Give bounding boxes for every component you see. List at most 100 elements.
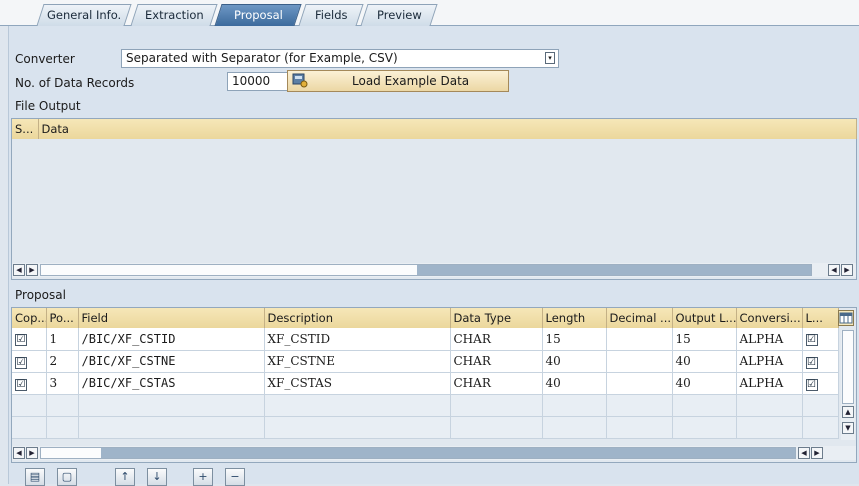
copy-checkbox[interactable]: ☑ [15, 378, 27, 391]
select-all-icon[interactable]: ▤ [25, 468, 45, 486]
move-down-icon[interactable]: ↓ [147, 468, 167, 486]
column-settings-icon[interactable] [838, 310, 854, 326]
length-cell[interactable]: 40 [542, 372, 607, 395]
file-output-grid: S... Data ◀ ▶ ◀ ▶ [11, 118, 857, 280]
empty-row[interactable] [12, 394, 839, 417]
column-header-lowercase[interactable]: L... [802, 308, 839, 328]
position-cell[interactable]: 2 [46, 350, 79, 373]
column-header-decimal[interactable]: Decimal ... [606, 308, 673, 328]
column-header-data[interactable]: Data [38, 119, 857, 139]
tab-label: Fields [314, 8, 348, 22]
dropdown-icon[interactable]: ▾ [545, 52, 555, 64]
delete-icon[interactable]: − [225, 468, 245, 486]
table-row[interactable]: ☑ 3 /BIC/XF_CSTAS XF_CSTAS CHAR 40 40 AL… [12, 372, 839, 395]
deselect-all-icon[interactable]: ▢ [57, 468, 77, 486]
data-type-cell[interactable]: CHAR [450, 372, 543, 395]
scroll-left-icon[interactable]: ◀ [798, 447, 810, 459]
proposal-grid: Cop... Po... Field Description Data Type… [11, 307, 857, 463]
file-output-title: File Output [15, 99, 81, 113]
scroll-right-icon[interactable]: ▶ [811, 447, 823, 459]
scroll-thumb[interactable] [101, 448, 795, 458]
move-up-icon[interactable]: ↑ [115, 468, 135, 486]
tab-label: Extraction [144, 8, 204, 22]
column-header-length[interactable]: Length [542, 308, 607, 328]
file-output-hscrollbar[interactable]: ◀ ▶ ◀ ▶ [12, 263, 856, 277]
output-length-cell[interactable]: 40 [672, 350, 737, 373]
length-cell[interactable]: 15 [542, 328, 607, 351]
table-row[interactable]: ☑ 1 /BIC/XF_CSTID XF_CSTID CHAR 15 15 AL… [12, 328, 839, 351]
tab-label: Preview [376, 8, 422, 22]
field-cell[interactable]: /BIC/XF_CSTNE [78, 350, 265, 373]
scroll-left-icon[interactable]: ◀ [13, 264, 25, 276]
tab-fields[interactable]: Fields [298, 4, 364, 26]
column-header-data-type[interactable]: Data Type [450, 308, 543, 328]
file-output-header-row: S... Data [12, 119, 857, 139]
proposal-title: Proposal [15, 288, 66, 302]
column-header-description[interactable]: Description [264, 308, 451, 328]
description-cell[interactable]: XF_CSTNE [264, 350, 451, 373]
load-button-label: Load Example Data [352, 74, 470, 88]
field-cell[interactable]: /BIC/XF_CSTID [78, 328, 265, 351]
tab-general-info[interactable]: General Info. [36, 4, 132, 26]
output-length-cell[interactable]: 15 [672, 328, 737, 351]
decimal-cell[interactable] [606, 372, 673, 395]
scroll-track[interactable] [842, 330, 854, 404]
scroll-up-icon[interactable]: ▲ [842, 406, 854, 418]
tab-extraction[interactable]: Extraction [130, 4, 218, 26]
decimal-cell[interactable] [606, 350, 673, 373]
records-value: 10000 [232, 74, 271, 88]
lowercase-checkbox[interactable]: ☑ [805, 378, 818, 391]
lowercase-checkbox[interactable]: ☑ [805, 334, 818, 347]
converter-dropdown[interactable]: Separated with Separator (for Example, C… [121, 49, 559, 68]
proposal-hscrollbar[interactable]: ◀ ▶ ◀ ▶ [12, 446, 856, 460]
column-header-status[interactable]: S... [12, 119, 39, 139]
conversion-cell[interactable]: ALPHA [736, 328, 803, 351]
converter-value: Separated with Separator (for Example, C… [126, 51, 398, 65]
data-type-cell[interactable]: CHAR [450, 350, 543, 373]
length-cell[interactable]: 40 [542, 350, 607, 373]
data-type-cell[interactable]: CHAR [450, 328, 543, 351]
scroll-right-icon[interactable]: ▶ [841, 264, 853, 276]
converter-label: Converter [15, 52, 75, 66]
proposal-vscrollbar[interactable]: ▲ ▼ [841, 330, 855, 440]
insert-icon[interactable]: + [193, 468, 213, 486]
copy-checkbox[interactable]: ☑ [15, 334, 27, 347]
position-cell[interactable]: 1 [46, 328, 79, 351]
scroll-right-icon[interactable]: ▶ [26, 264, 38, 276]
proposal-header-row: Cop... Po... Field Description Data Type… [12, 308, 839, 328]
tab-preview[interactable]: Preview [360, 4, 438, 26]
scroll-right-icon[interactable]: ▶ [26, 447, 38, 459]
column-header-conversion[interactable]: Conversi... [736, 308, 803, 328]
description-cell[interactable]: XF_CSTAS [264, 372, 451, 395]
proposal-panel: Converter Separated with Separator (for … [8, 26, 859, 486]
scroll-left-icon[interactable]: ◀ [13, 447, 25, 459]
empty-row[interactable] [12, 416, 839, 439]
scroll-left-icon[interactable]: ◀ [828, 264, 840, 276]
load-example-data-button[interactable]: Load Example Data [287, 70, 509, 92]
load-icon [292, 72, 308, 88]
tab-label: General Info. [46, 8, 122, 22]
table-row[interactable]: ☑ 2 /BIC/XF_CSTNE XF_CSTNE CHAR 40 40 AL… [12, 350, 839, 373]
copy-checkbox[interactable]: ☑ [15, 356, 27, 369]
scroll-track[interactable] [40, 264, 812, 276]
decimal-cell[interactable] [606, 328, 673, 351]
tab-strip: General Info. Extraction Proposal Fields… [0, 0, 859, 26]
scroll-down-icon[interactable]: ▼ [842, 422, 854, 434]
conversion-cell[interactable]: ALPHA [736, 350, 803, 373]
records-label: No. of Data Records [15, 76, 135, 90]
scroll-track[interactable] [40, 447, 796, 459]
lowercase-checkbox[interactable]: ☑ [805, 356, 818, 369]
column-header-copy[interactable]: Cop... [12, 308, 47, 328]
output-length-cell[interactable]: 40 [672, 372, 737, 395]
column-header-output-length[interactable]: Output L... [672, 308, 737, 328]
description-cell[interactable]: XF_CSTID [264, 328, 451, 351]
field-cell[interactable]: /BIC/XF_CSTAS [78, 372, 265, 395]
conversion-cell[interactable]: ALPHA [736, 372, 803, 395]
tab-proposal[interactable]: Proposal [214, 4, 302, 26]
position-cell[interactable]: 3 [46, 372, 79, 395]
column-header-field[interactable]: Field [78, 308, 265, 328]
records-input[interactable]: 10000 [227, 72, 289, 91]
column-header-position[interactable]: Po... [46, 308, 79, 328]
tab-label: Proposal [233, 8, 283, 22]
scroll-thumb[interactable] [417, 265, 811, 275]
